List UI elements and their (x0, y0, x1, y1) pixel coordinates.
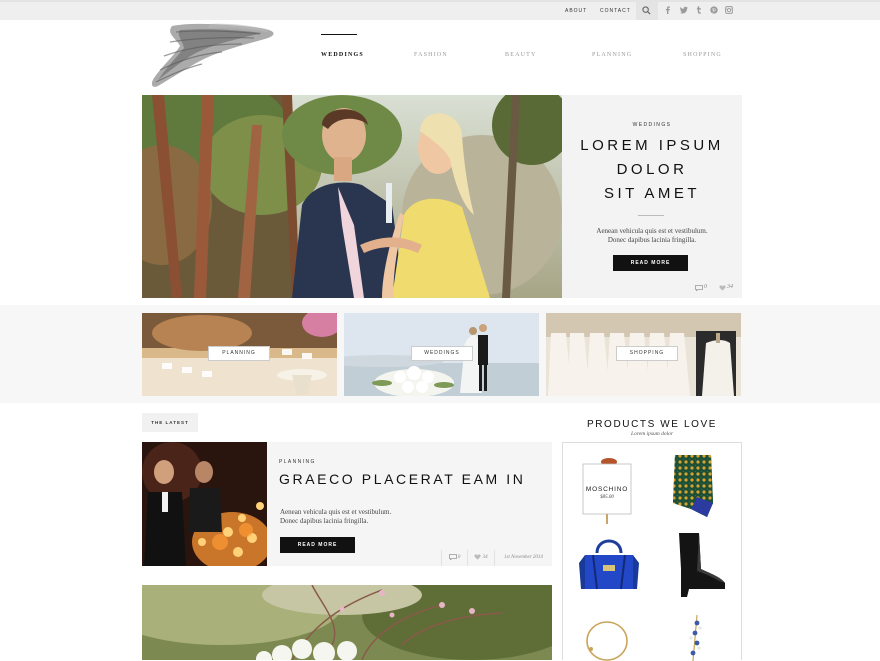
post-card: PLANNING GRAECO PLACERAT EAM IN Aenean v… (142, 442, 552, 566)
hero-desc-line-1: Aenean vehicula quis est et vestibulum. (596, 227, 708, 235)
tumblr-icon[interactable] (695, 6, 703, 14)
instagram-icon[interactable] (725, 6, 733, 14)
nav-beauty[interactable]: BEAUTY (505, 52, 537, 58)
tile-planning[interactable]: PLANNING (142, 313, 337, 396)
nav-shopping[interactable]: SHOPPING (683, 52, 722, 58)
facebook-icon[interactable] (664, 6, 672, 14)
products-title: PRODUCTS WE LOVE (586, 419, 718, 430)
post-kicker[interactable]: PLANNING (279, 459, 316, 465)
search-button[interactable] (636, 2, 658, 20)
comment-icon (448, 553, 457, 561)
heart-icon[interactable] (719, 285, 726, 291)
brush-logo[interactable] (150, 22, 280, 92)
product-bracelet[interactable] (583, 619, 633, 661)
nav-planning[interactable]: PLANNING (592, 52, 632, 58)
product-boot[interactable] (679, 533, 725, 597)
nav-active-indicator (321, 34, 357, 35)
product-price: $85.00 (600, 495, 614, 500)
tile-label-weddings[interactable]: WEDDINGS (411, 346, 473, 361)
post-desc-line-1: Aenean vehicula quis est et vestibulum. (280, 508, 392, 516)
tile-weddings[interactable]: WEDDINGS (344, 313, 539, 396)
post-date: 1st November 2014 (494, 550, 552, 566)
tile-label-shopping[interactable]: SHOPPING (616, 346, 678, 361)
hero-read-more-button[interactable]: READ MORE (613, 255, 688, 271)
top-bar: ABOUT CONTACT (0, 2, 880, 20)
product-skirt[interactable] (671, 453, 715, 519)
search-icon (642, 6, 651, 15)
nav-weddings[interactable]: WEDDINGS (321, 52, 364, 58)
hero-title-line-1[interactable]: LOREM IPSUM (562, 137, 742, 154)
heart-icon (474, 554, 482, 560)
hero-title-line-2[interactable]: DOLOR (562, 161, 742, 178)
nav-fashion[interactable]: FASHION (414, 52, 448, 58)
hero-divider (638, 215, 664, 216)
comment-icon[interactable] (695, 285, 703, 291)
hero-desc-line-2: Donec dapibus lacinia fringilla. (607, 236, 697, 244)
post-comments[interactable]: 0 (441, 550, 467, 566)
tile-label-planning[interactable]: PLANNING (208, 346, 270, 361)
hero-kicker[interactable]: WEDDINGS (562, 122, 742, 128)
twitter-icon[interactable] (680, 6, 688, 14)
product-earring[interactable] (685, 615, 707, 661)
post-likes[interactable]: 34 (467, 550, 494, 566)
hero-like-count: 34 (727, 284, 733, 290)
post-photo[interactable] (142, 442, 267, 566)
pinterest-icon[interactable] (710, 6, 718, 14)
hero-panel: WEDDINGS LOREM IPSUM DOLOR SIT AMET Aene… (562, 95, 742, 298)
products-subtitle: Lorem ipsum dolor (631, 431, 673, 437)
post-title[interactable]: GRAECO PLACERAT EAM IN (279, 471, 526, 487)
post-comment-count: 0 (457, 555, 461, 560)
post-read-more-button[interactable]: READ MORE (280, 537, 355, 553)
post-like-count: 34 (482, 555, 488, 560)
second-post-photo[interactable] (142, 585, 552, 660)
contact-link[interactable]: CONTACT (600, 8, 631, 14)
tile-shopping[interactable]: SHOPPING (546, 313, 741, 396)
hero-photo[interactable] (142, 95, 562, 298)
products-panel: MOSCHINO $85.00 (562, 442, 742, 661)
product-brand: MOSCHINO (585, 486, 629, 493)
product-moschino-tag[interactable]: MOSCHINO $85.00 (581, 456, 635, 526)
hero-comment-count: 0 (704, 284, 707, 290)
product-handbag[interactable] (577, 531, 641, 593)
hero-title-line-3[interactable]: SIT AMET (562, 185, 742, 202)
latest-tab[interactable]: THE LATEST (142, 413, 198, 432)
post-desc-line-2: Donec dapibus lacinia fringilla. (280, 517, 369, 525)
about-link[interactable]: ABOUT (565, 8, 587, 14)
